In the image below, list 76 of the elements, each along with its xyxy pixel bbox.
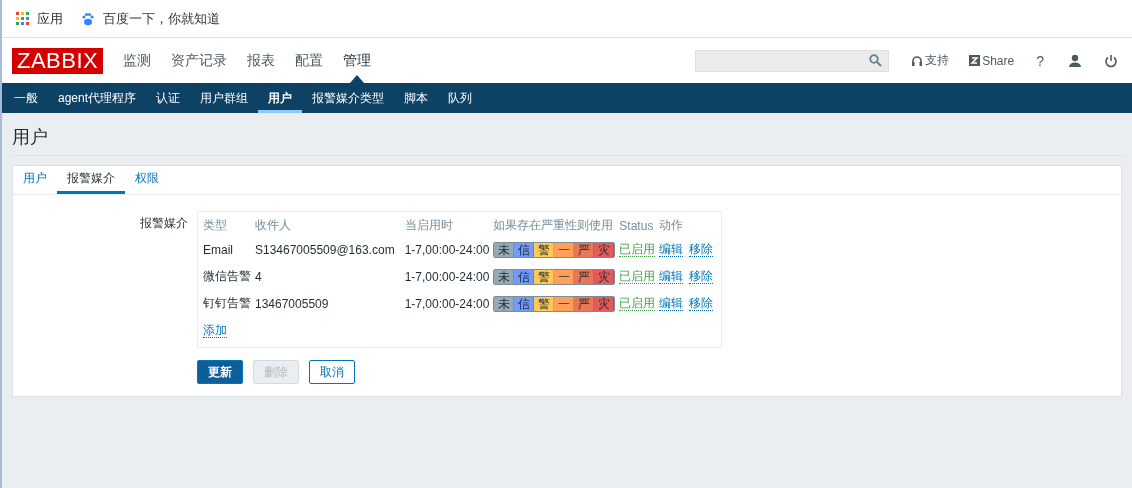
- table-cell: 1-7,00:00-24:00: [404, 236, 494, 263]
- severity-chip: 灾: [594, 269, 615, 284]
- submenu-item[interactable]: 脚本: [394, 83, 439, 113]
- status-link[interactable]: 已启用: [619, 296, 656, 311]
- table-cell: 1-7,00:00-24:00: [404, 263, 494, 290]
- column-header: 收件人: [255, 217, 292, 234]
- support-link[interactable]: 支持: [925, 52, 950, 69]
- severity-chip: 警: [534, 269, 555, 284]
- column-header: 类型: [203, 215, 255, 236]
- z-logo-icon[interactable]: [969, 55, 981, 66]
- column-header: 动作: [659, 217, 685, 234]
- severity-chip: 信: [514, 296, 535, 311]
- severity-chip: 警: [534, 296, 555, 311]
- menu-item[interactable]: 报表: [237, 38, 286, 83]
- severity-chip: 灾: [594, 242, 615, 257]
- submenu-item[interactable]: 报警媒介类型: [302, 83, 395, 113]
- update-button[interactable]: 更新: [197, 360, 243, 384]
- share-link[interactable]: Share: [982, 53, 1015, 68]
- menu-item[interactable]: 配置: [285, 38, 334, 83]
- headset-icon[interactable]: [911, 54, 924, 67]
- field-label: 报警媒介: [139, 215, 188, 232]
- page-title: 用户: [12, 113, 1124, 156]
- logo[interactable]: ZABBIX: [12, 47, 104, 74]
- submenu-item[interactable]: 队列: [438, 83, 483, 113]
- remove-link[interactable]: 移除: [689, 269, 714, 284]
- severity-chip: 一: [554, 296, 575, 311]
- search-field[interactable]: [695, 49, 890, 72]
- tab[interactable]: 权限: [125, 166, 169, 194]
- remove-link[interactable]: 移除: [689, 296, 714, 311]
- column-header: 当启用时: [404, 215, 494, 236]
- power-icon[interactable]: [1104, 53, 1118, 68]
- submenu-item[interactable]: 用户: [258, 83, 303, 113]
- severity-chip: 灾: [594, 296, 615, 311]
- table-cell: 4: [255, 263, 405, 290]
- severity-chip: 未: [494, 296, 515, 311]
- bookmark-link[interactable]: 百度一下，你就知道: [103, 9, 220, 28]
- column-header: 如果存在严重性则使用: [493, 215, 620, 236]
- submenu-item[interactable]: agent代理程序: [48, 83, 147, 113]
- tab[interactable]: 用户: [13, 166, 57, 194]
- table-cell: Email: [203, 236, 255, 263]
- severity-chip: 信: [514, 242, 535, 257]
- submenu-item[interactable]: 用户群组: [190, 83, 259, 113]
- menu-item[interactable]: 资产记录: [161, 38, 238, 83]
- edit-link[interactable]: 编辑: [659, 269, 684, 284]
- table-cell: 钉钉告警: [203, 290, 255, 317]
- user-icon[interactable]: [1068, 53, 1082, 68]
- severity-chip: 未: [494, 269, 515, 284]
- form-button[interactable]: 取消: [309, 360, 355, 384]
- severity-chip: 信: [514, 269, 535, 284]
- severity-chip: 未: [494, 242, 515, 257]
- apps-grid-icon[interactable]: [16, 12, 29, 25]
- status-link[interactable]: 已启用: [619, 269, 656, 284]
- paw-icon: [81, 11, 95, 26]
- remove-link[interactable]: 移除: [689, 242, 714, 257]
- severity-chip: 严: [574, 242, 595, 257]
- severity-chip: 严: [574, 296, 595, 311]
- edit-link[interactable]: 编辑: [659, 296, 684, 311]
- menu-item[interactable]: 监测: [113, 38, 162, 83]
- bookmark-link[interactable]: 应用: [37, 9, 63, 28]
- severity-chip: 一: [554, 242, 575, 257]
- severity-chip: 严: [574, 269, 595, 284]
- column-header: Status: [619, 215, 660, 236]
- edit-link[interactable]: 编辑: [659, 242, 684, 257]
- submenu-item[interactable]: 认证: [146, 83, 191, 113]
- search-icon[interactable]: [869, 54, 883, 67]
- table-cell: S13467005509@163.com: [255, 236, 405, 263]
- submenu-item[interactable]: 一般: [4, 83, 48, 113]
- help-link[interactable]: ?: [1036, 52, 1044, 69]
- table-cell: 1-7,00:00-24:00: [404, 290, 494, 317]
- table-cell: 微信告警: [203, 263, 255, 290]
- table-cell: 13467005509: [255, 290, 405, 317]
- status-link[interactable]: 已启用: [619, 242, 656, 257]
- severity-chip: 一: [554, 269, 575, 284]
- tab[interactable]: 报警媒介: [57, 166, 125, 194]
- add-link[interactable]: 添加: [203, 323, 227, 338]
- severity-chip: 警: [534, 242, 555, 257]
